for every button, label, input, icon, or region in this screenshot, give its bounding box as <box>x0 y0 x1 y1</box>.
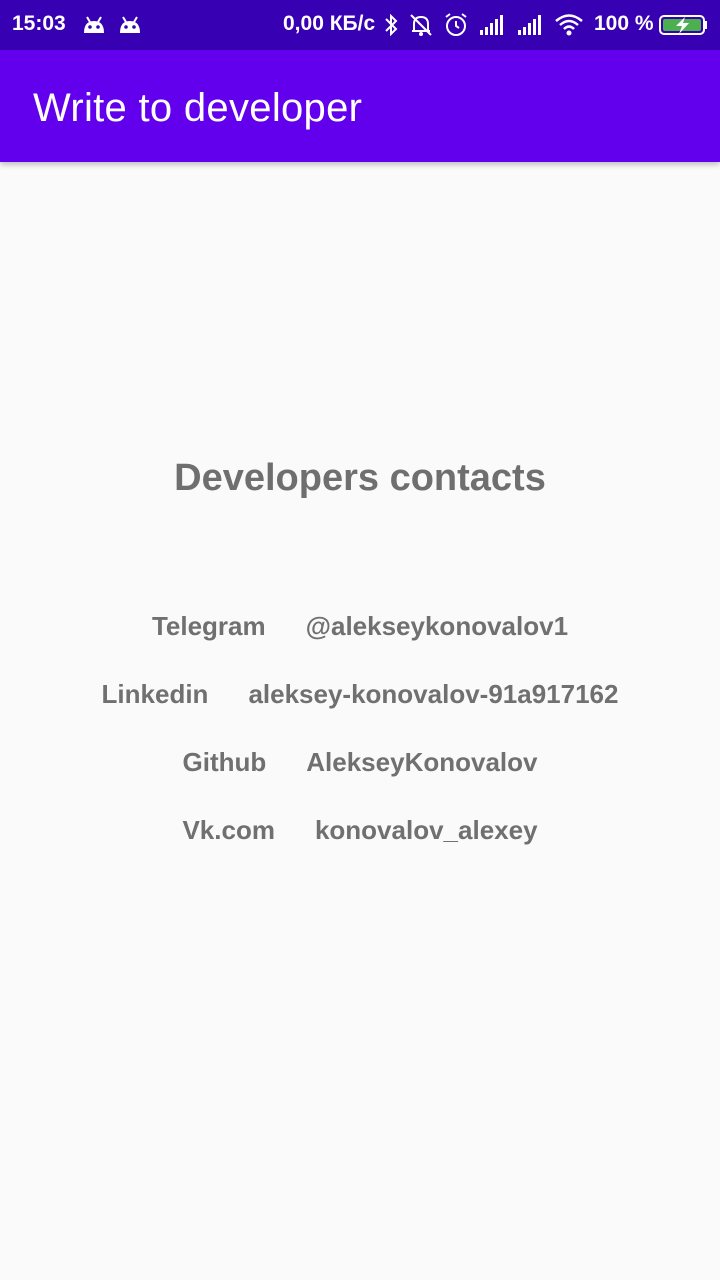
contact-label-github: Github <box>182 747 267 777</box>
battery-percent: 100 % <box>594 12 654 35</box>
page-title: Write to developer <box>33 86 363 130</box>
cell-signal-icon <box>518 15 541 35</box>
status-bar: 15:03 0,00 КБ/с 100 % <box>0 0 720 50</box>
contact-value-linkedin[interactable]: aleksey-konovalov-91a917162 <box>248 679 618 710</box>
android-notification-icon <box>120 16 140 33</box>
network-speed: 0,00 КБ/с <box>283 12 376 35</box>
contact-value-github[interactable]: AlekseyKonovalov <box>306 747 537 778</box>
contact-label-telegram: Telegram <box>151 611 266 641</box>
contact-value-vk[interactable]: konovalov_alexey <box>315 815 538 846</box>
bluetooth-icon <box>385 13 398 37</box>
contact-label-linkedin: Linkedin <box>101 679 209 709</box>
battery-charging-icon <box>659 15 707 35</box>
contact-row-vk: Vk.com konovalov_alexey <box>0 815 720 846</box>
app-bar: Write to developer <box>0 50 720 162</box>
contacts-heading: Developers contacts <box>174 457 546 499</box>
contact-label-vk: Vk.com <box>182 815 275 845</box>
contact-row-linkedin: Linkedin aleksey-konovalov-91a917162 <box>0 679 720 710</box>
cell-signal-icon <box>480 15 503 35</box>
wifi-icon <box>555 14 583 36</box>
contact-row-telegram: Telegram @alekseykonovalov1 <box>0 611 720 642</box>
contact-value-telegram[interactable]: @alekseykonovalov1 <box>306 611 568 642</box>
status-time: 15:03 <box>12 12 66 35</box>
bell-off-icon <box>410 14 432 36</box>
contact-row-github: Github AlekseyKonovalov <box>0 747 720 778</box>
alarm-icon <box>445 13 467 36</box>
android-notification-icon <box>84 16 104 33</box>
